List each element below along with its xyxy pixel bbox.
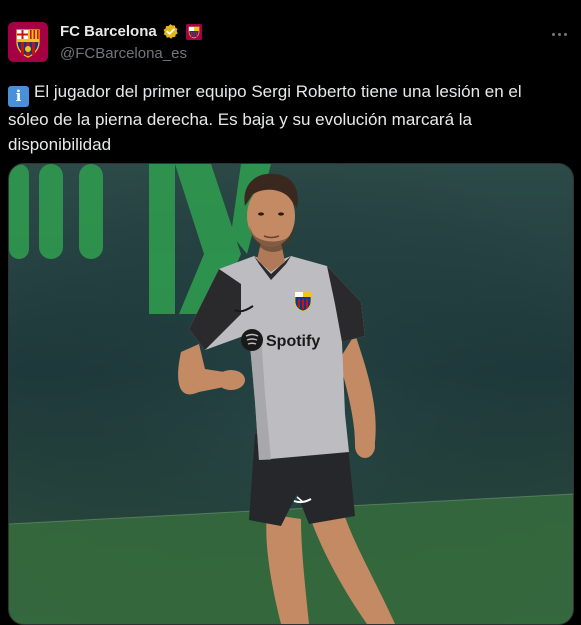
more-horizontal-icon bbox=[551, 32, 555, 36]
avatar[interactable] bbox=[8, 22, 48, 62]
sponsor-text: Spotify bbox=[266, 333, 320, 350]
author-display-name[interactable]: FC Barcelona bbox=[60, 23, 157, 40]
info-icon: i bbox=[8, 86, 29, 107]
club-crest-icon[interactable] bbox=[185, 23, 202, 40]
tweet-body: El jugador del primer equipo Sergi Rober… bbox=[8, 82, 522, 154]
author-handle[interactable]: @FCBarcelona_es bbox=[60, 45, 187, 62]
tweet: FC Barcelona @FCBarcelona_es i El jugador… bbox=[0, 0, 581, 625]
more-options-button[interactable] bbox=[547, 22, 571, 46]
verified-badge-icon bbox=[162, 23, 179, 40]
author-name-row: FC Barcelona bbox=[60, 23, 202, 40]
tweet-media-photo[interactable]: Spotify bbox=[8, 163, 574, 625]
tweet-text: i El jugador del primer equipo Sergi Robe… bbox=[8, 79, 564, 157]
